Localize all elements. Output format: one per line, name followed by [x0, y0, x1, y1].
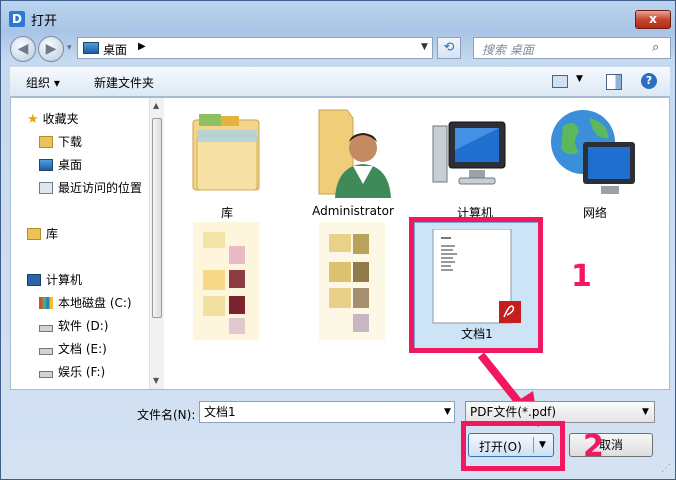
- drive-icon: [39, 348, 53, 355]
- history-dropdown-icon[interactable]: ▾: [67, 43, 72, 53]
- organize-menu[interactable]: 组织 ▾: [26, 74, 60, 91]
- scroll-up-icon[interactable]: ▲: [153, 101, 159, 110]
- navigation-pane: ★ 收藏夹 下载 桌面 最近访问的位置 库 计算机 本地磁盘 (C:) 软件 (D…: [11, 98, 164, 389]
- refresh-button[interactable]: ⟲: [437, 37, 461, 59]
- sidebar-item-desktop[interactable]: 桌面: [39, 155, 82, 175]
- open-file-dialog: D 打开 x ◀ ▶ ▾ 桌面 ▶ ▼ ⟲ 搜索 桌面 ⌕ 组织 ▾ 新建文件夹…: [0, 0, 676, 480]
- filetype-select[interactable]: PDF文件(*.pdf) ▼: [465, 401, 655, 423]
- computer-icon: [27, 274, 41, 286]
- sidebar-item-downloads[interactable]: 下载: [39, 132, 82, 152]
- recent-places-icon: [39, 182, 53, 194]
- network-globe-icon: [551, 110, 635, 194]
- view-dropdown-icon[interactable]: ▼: [576, 74, 583, 84]
- sidebar-item-recent[interactable]: 最近访问的位置: [39, 178, 142, 198]
- sidebar-item-label: 收藏夹: [42, 112, 79, 126]
- file-label: 库: [220, 206, 233, 220]
- chevron-down-icon[interactable]: ▼: [642, 402, 649, 422]
- help-icon[interactable]: ?: [641, 73, 657, 89]
- star-icon: ★: [27, 112, 39, 127]
- drive-icon: [39, 371, 53, 378]
- filename-input[interactable]: 文档1 ▼: [199, 401, 455, 423]
- preview-pane-icon[interactable]: [606, 74, 622, 90]
- sidebar-item-label: 软件 (D:): [58, 319, 109, 333]
- sidebar-item-drive-c[interactable]: 本地磁盘 (C:): [39, 293, 132, 313]
- sidebar-item-favorites[interactable]: ★ 收藏夹: [27, 109, 79, 129]
- search-input[interactable]: 搜索 桌面 ⌕: [473, 37, 671, 59]
- filename-value: 文档1: [204, 405, 236, 419]
- sidebar-item-label: 娱乐 (F:): [58, 365, 106, 379]
- view-icon[interactable]: [552, 75, 568, 88]
- cancel-button[interactable]: 取消: [569, 433, 653, 457]
- file-label: Administrator: [312, 204, 394, 218]
- step-number: 1: [571, 259, 592, 294]
- forward-button[interactable]: ▶: [38, 36, 64, 62]
- sidebar-item-drive-e[interactable]: 文档 (E:): [39, 339, 107, 359]
- title-bar: D 打开 x: [1, 1, 676, 37]
- sidebar-item-label: 库: [46, 227, 59, 241]
- chevron-down-icon[interactable]: ▼: [444, 402, 451, 422]
- computer-icon: [432, 121, 506, 185]
- resize-grip-icon[interactable]: ⋰: [661, 463, 671, 474]
- desktop-icon: [39, 159, 53, 171]
- sidebar-item-label: 文档 (E:): [58, 342, 107, 356]
- download-folder-icon: [39, 136, 53, 148]
- address-location[interactable]: 桌面: [103, 41, 127, 58]
- toolbar: 组织 ▾ 新建文件夹 ▼ ?: [10, 67, 670, 97]
- filetype-value: PDF文件(*.pdf): [470, 405, 557, 419]
- sidebar-item-label: 桌面: [58, 158, 83, 172]
- filename-label: 文件名(N):: [137, 408, 196, 422]
- blurred-file-thumbnail: [319, 222, 385, 340]
- sidebar-item-label: 下载: [58, 135, 83, 149]
- highlight-box-document: [409, 217, 543, 353]
- sidebar-item-drive-d[interactable]: 软件 (D:): [39, 316, 108, 336]
- back-button[interactable]: ◀: [10, 36, 36, 62]
- chevron-right-icon[interactable]: ▶: [138, 41, 146, 52]
- sidebar-item-label: 最近访问的位置: [58, 181, 143, 195]
- address-bar[interactable]: 桌面 ▶ ▼: [77, 37, 433, 59]
- blurred-file-thumbnail: [193, 222, 259, 340]
- address-dropdown-icon[interactable]: ▼: [421, 42, 428, 52]
- sidebar-scrollbar[interactable]: ▲ ▼: [149, 98, 164, 389]
- content-area: ★ 收藏夹 下载 桌面 最近访问的位置 库 计算机 本地磁盘 (C:) 软件 (D…: [10, 97, 670, 390]
- search-placeholder: 搜索 桌面: [482, 43, 534, 57]
- sidebar-item-drive-f[interactable]: 娱乐 (F:): [39, 362, 105, 382]
- scroll-down-icon[interactable]: ▼: [153, 376, 159, 385]
- sidebar-item-label: 本地磁盘 (C:): [58, 296, 132, 310]
- new-folder-button[interactable]: 新建文件夹: [94, 74, 154, 91]
- sidebar-item-label: 计算机: [46, 273, 83, 287]
- step-number: 2: [583, 429, 604, 464]
- highlight-box-open: [461, 421, 565, 471]
- windows-drive-icon: [39, 297, 53, 309]
- file-label: 网络: [582, 206, 607, 220]
- library-folder-icon: [192, 114, 260, 191]
- desktop-icon: [83, 42, 99, 54]
- library-icon: [27, 228, 41, 240]
- close-button[interactable]: x: [635, 10, 671, 29]
- window-title: 打开: [31, 14, 58, 29]
- drive-icon: [39, 325, 53, 332]
- search-icon[interactable]: ⌕: [652, 40, 659, 55]
- scroll-thumb[interactable]: [152, 118, 162, 318]
- app-icon: D: [9, 11, 25, 27]
- user-folder-icon: [318, 109, 391, 198]
- sidebar-item-libraries[interactable]: 库: [27, 224, 58, 244]
- sidebar-item-computer[interactable]: 计算机: [27, 270, 82, 290]
